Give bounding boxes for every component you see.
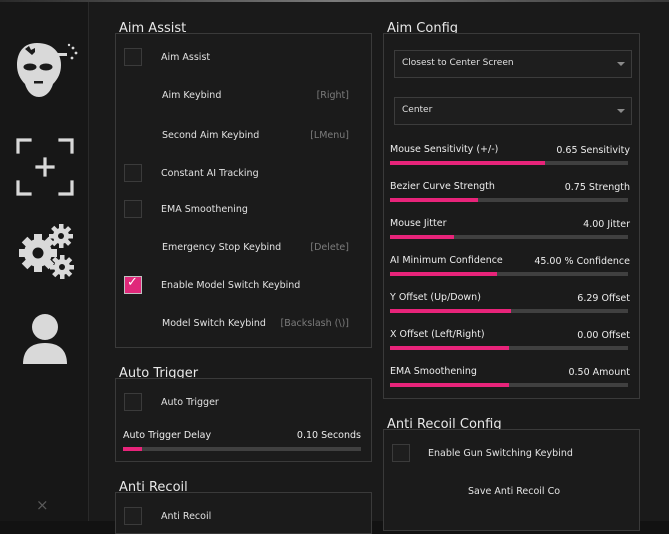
model-switch-toggle-row[interactable]: Enable Model Switch Keybind bbox=[116, 275, 371, 296]
slider-fill bbox=[390, 235, 455, 239]
mouse-sensitivity-value: 0.65 Sensitivity bbox=[556, 145, 630, 156]
mouse-jitter-label: Mouse Jitter bbox=[390, 218, 447, 229]
aim-assist-row[interactable]: Aim Assist bbox=[116, 48, 371, 68]
y-offset-label: Y Offset (Up/Down) bbox=[390, 292, 481, 303]
slider-fill bbox=[123, 447, 143, 451]
emergency-stop-keybind-value[interactable]: [Delete] bbox=[310, 242, 349, 253]
auto-trigger-checkbox[interactable] bbox=[124, 393, 142, 411]
gun-switching-checkbox[interactable] bbox=[392, 444, 410, 462]
ai-min-confidence-slider[interactable] bbox=[390, 272, 628, 276]
ema-amount-value: 0.50 Amount bbox=[568, 367, 630, 378]
close-icon[interactable]: × bbox=[36, 496, 49, 514]
auto-trigger-panel: Auto Trigger Auto Trigger Delay 0.10 Sec… bbox=[115, 378, 372, 462]
auto-trigger-delay-value: 0.10 Seconds bbox=[296, 430, 361, 441]
constant-ai-tracking-row[interactable]: Constant AI Tracking bbox=[116, 164, 371, 184]
gun-switching-row[interactable]: Enable Gun Switching Keybind bbox=[384, 444, 639, 464]
save-anti-recoil-button[interactable]: Save Anti Recoil Co bbox=[468, 486, 560, 497]
ema-smoothening-row[interactable]: EMA Smoothening bbox=[116, 200, 371, 220]
slider-fill bbox=[390, 346, 509, 350]
x-offset-label: X Offset (Left/Right) bbox=[390, 329, 485, 340]
model-switch-toggle-label: Enable Model Switch Keybind bbox=[161, 280, 301, 291]
y-offset-slider[interactable] bbox=[390, 309, 628, 313]
target-selection-value: Closest to Center Screen bbox=[402, 58, 514, 68]
target-selection-dropdown[interactable]: Closest to Center Screen bbox=[394, 50, 632, 78]
aim-keybind-label: Aim Keybind bbox=[162, 90, 222, 101]
user-icon bbox=[23, 314, 67, 364]
aim-assist-label: Aim Assist bbox=[161, 52, 211, 63]
mouse-sensitivity-slider[interactable] bbox=[390, 161, 628, 165]
aim-keybind-row[interactable]: Aim Keybind [Right] bbox=[116, 86, 371, 106]
model-switch-keybind-row[interactable]: Model Switch Keybind [Backslash (\)] bbox=[116, 314, 371, 334]
aim-assist-panel: Aim Assist Aim Keybind [Right] Second Ai… bbox=[115, 33, 372, 348]
auto-trigger-delay-label: Auto Trigger Delay bbox=[123, 430, 212, 441]
x-offset-slider[interactable] bbox=[390, 346, 628, 350]
slider-fill bbox=[390, 198, 479, 202]
slider-fill bbox=[390, 309, 512, 313]
ema-amount-label: EMA Smoothening bbox=[390, 366, 477, 377]
crosshair-icon bbox=[16, 138, 74, 196]
ai-min-confidence-value: 45.00 % Confidence bbox=[534, 256, 630, 267]
second-aim-keybind-value[interactable]: [LMenu] bbox=[310, 130, 349, 141]
slider-fill bbox=[390, 161, 545, 165]
slider-fill bbox=[390, 383, 509, 387]
aim-assist-checkbox[interactable] bbox=[124, 48, 142, 66]
emergency-stop-keybind-row[interactable]: Emergency Stop Keybind [Delete] bbox=[116, 238, 371, 258]
bezier-strength-label: Bezier Curve Strength bbox=[390, 181, 495, 192]
x-offset-value: 0.00 Offset bbox=[577, 330, 630, 341]
aim-head-icon bbox=[17, 43, 78, 97]
mouse-jitter-slider[interactable] bbox=[390, 235, 628, 239]
nav-aim-button[interactable] bbox=[10, 34, 80, 104]
nav-settings-button[interactable] bbox=[10, 216, 80, 286]
gears-icon bbox=[19, 224, 74, 279]
auto-trigger-label: Auto Trigger bbox=[161, 397, 219, 408]
model-switch-keybind-label: Model Switch Keybind bbox=[162, 318, 266, 329]
chevron-down-icon bbox=[617, 109, 625, 113]
ema-smoothening-checkbox[interactable] bbox=[124, 200, 142, 218]
constant-ai-tracking-checkbox[interactable] bbox=[124, 164, 142, 182]
anti-recoil-checkbox[interactable] bbox=[124, 507, 142, 525]
second-aim-keybind-label: Second Aim Keybind bbox=[162, 130, 260, 141]
anti-recoil-row[interactable]: Anti Recoil bbox=[116, 507, 371, 527]
bezier-strength-slider[interactable] bbox=[390, 198, 628, 202]
aim-config-panel: Closest to Center Screen Center Mouse Se… bbox=[383, 33, 640, 399]
model-switch-checkbox[interactable] bbox=[124, 275, 142, 294]
ema-amount-slider[interactable] bbox=[390, 383, 628, 387]
mouse-jitter-value: 4.00 Jitter bbox=[583, 219, 630, 230]
nav-trigger-button[interactable] bbox=[10, 132, 80, 202]
nav-profile-button[interactable] bbox=[10, 304, 80, 374]
aim-keybind-value[interactable]: [Right] bbox=[317, 90, 349, 101]
model-switch-keybind-value[interactable]: [Backslash (\)] bbox=[281, 318, 350, 329]
emergency-stop-keybind-label: Emergency Stop Keybind bbox=[162, 242, 282, 253]
auto-trigger-delay-slider[interactable] bbox=[123, 447, 361, 451]
y-offset-value: 6.29 Offset bbox=[577, 293, 630, 304]
anti-recoil-panel: Anti Recoil bbox=[115, 492, 372, 534]
chevron-down-icon bbox=[617, 62, 625, 66]
aim-point-value: Center bbox=[402, 105, 433, 115]
ema-smoothening-label: EMA Smoothening bbox=[161, 204, 248, 215]
anti-recoil-label: Anti Recoil bbox=[161, 511, 212, 522]
auto-trigger-row[interactable]: Auto Trigger bbox=[116, 393, 371, 413]
constant-ai-tracking-label: Constant AI Tracking bbox=[161, 168, 259, 179]
slider-fill bbox=[390, 272, 498, 276]
bezier-strength-value: 0.75 Strength bbox=[564, 182, 630, 193]
second-aim-keybind-row[interactable]: Second Aim Keybind [LMenu] bbox=[116, 126, 371, 146]
ai-min-confidence-label: AI Minimum Confidence bbox=[390, 255, 503, 266]
gun-switching-label: Enable Gun Switching Keybind bbox=[428, 448, 573, 459]
main-content: Aim Assist Aim Assist Aim Keybind [Right… bbox=[89, 2, 669, 534]
anti-recoil-config-panel: Enable Gun Switching Keybind Save Anti R… bbox=[383, 429, 640, 531]
mouse-sensitivity-label: Mouse Sensitivity (+/-) bbox=[390, 144, 499, 155]
aim-point-dropdown[interactable]: Center bbox=[394, 97, 632, 125]
sidebar: × bbox=[0, 2, 89, 521]
